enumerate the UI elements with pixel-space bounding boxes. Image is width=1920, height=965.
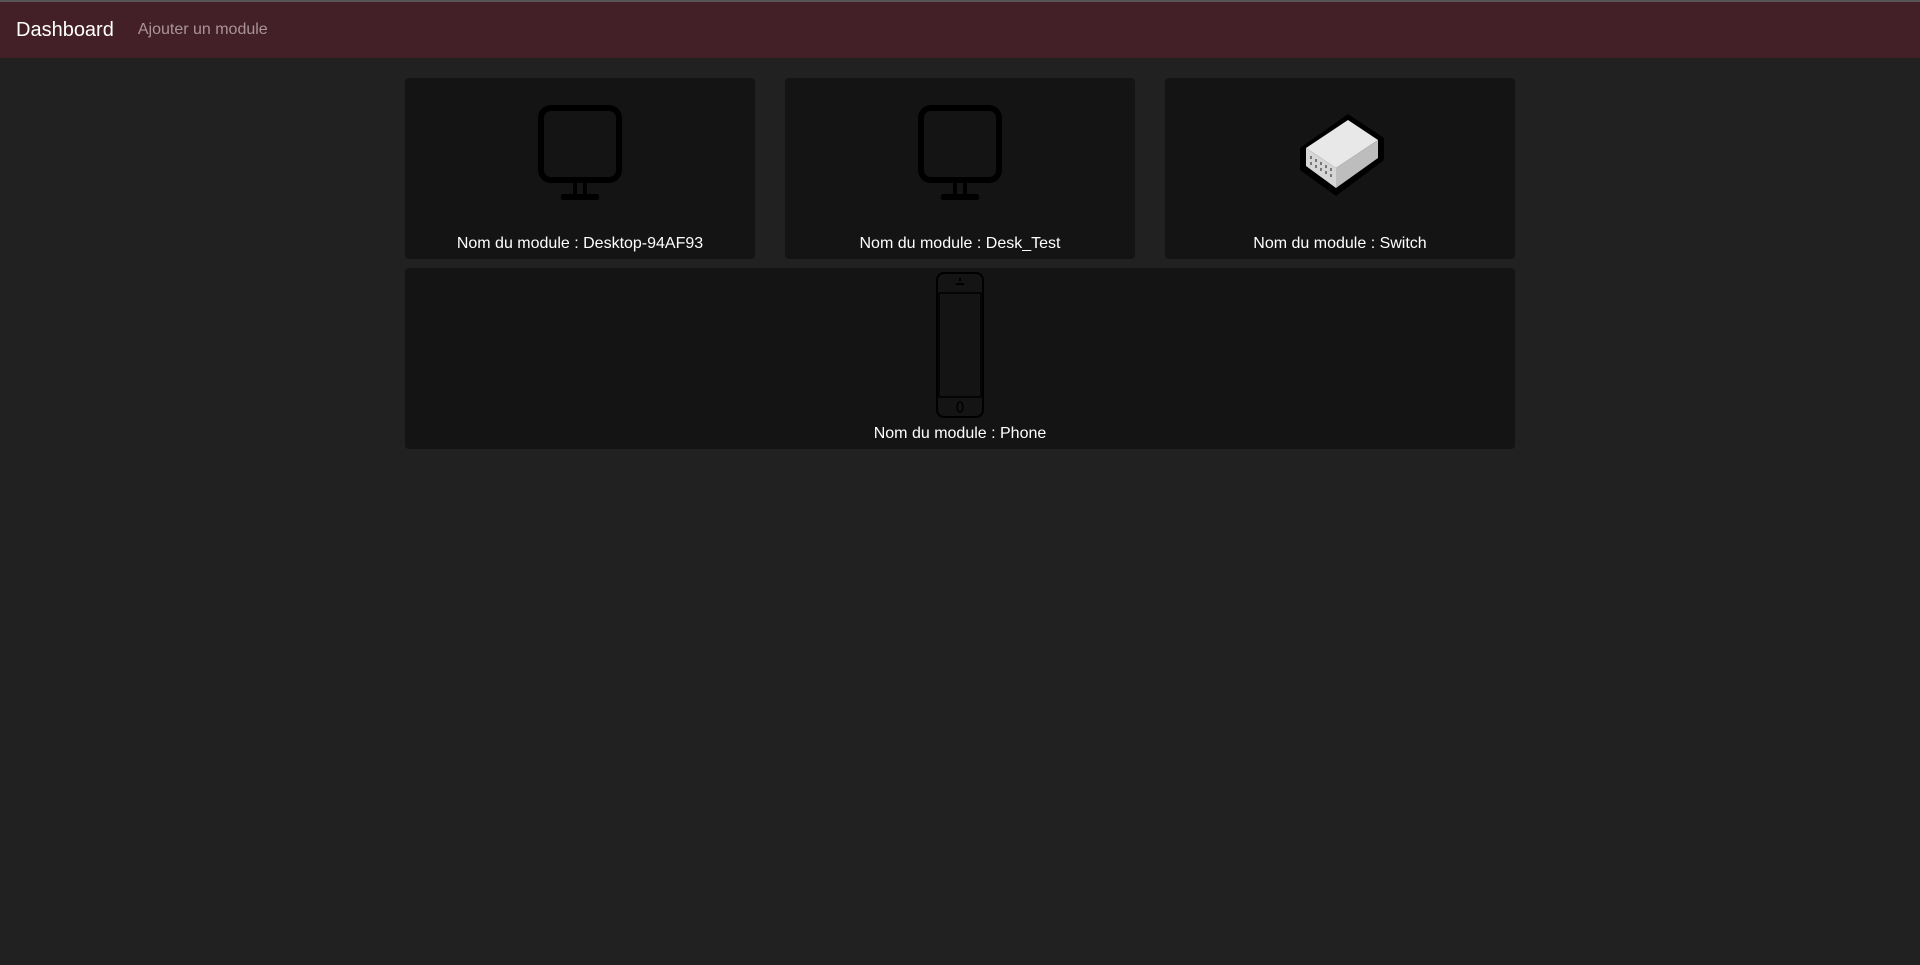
module-name: Nom du module : Switch bbox=[1253, 235, 1427, 252]
module-card-desk-test[interactable]: Nom du module : Desk_Test bbox=[785, 78, 1135, 259]
monitor-icon bbox=[918, 105, 1002, 200]
module-grid: Nom du module : Desktop-94AF93 Nom du mo… bbox=[405, 78, 1515, 449]
dashboard-link[interactable]: Dashboard bbox=[16, 19, 114, 42]
phone-icon bbox=[936, 272, 984, 418]
switch-icon bbox=[1300, 114, 1384, 196]
module-name: Nom du module : Phone bbox=[873, 425, 1047, 442]
module-name: Nom du module : Desktop-94AF93 bbox=[456, 235, 704, 252]
module-card-switch[interactable]: Nom du module : Switch bbox=[1165, 78, 1515, 259]
add-module-link[interactable]: Ajouter un module bbox=[138, 21, 268, 39]
module-card-desktop-94af93[interactable]: Nom du module : Desktop-94AF93 bbox=[405, 78, 755, 259]
module-card-phone[interactable]: Nom du module : Phone bbox=[405, 268, 1515, 449]
navbar: Dashboard Ajouter un module bbox=[0, 2, 1920, 58]
monitor-icon bbox=[538, 105, 622, 200]
module-name: Nom du module : Desk_Test bbox=[859, 235, 1061, 252]
